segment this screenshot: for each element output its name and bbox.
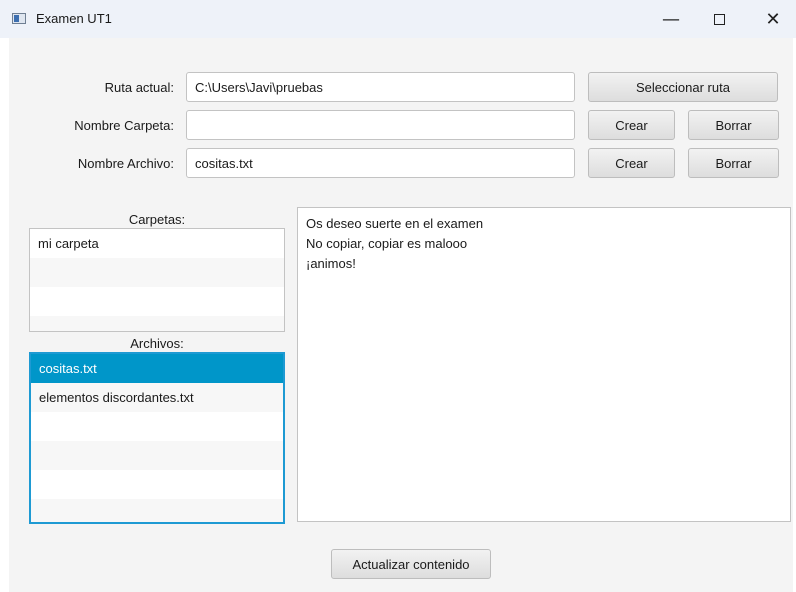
list-item-empty[interactable] xyxy=(31,470,283,499)
maximize-icon xyxy=(713,13,725,25)
list-item-selected[interactable]: cositas.txt xyxy=(31,354,283,383)
minimize-icon: — xyxy=(662,8,680,30)
close-icon: ✕ xyxy=(765,8,781,30)
crear-carpeta-button[interactable]: Crear xyxy=(588,110,675,140)
ruta-actual-input[interactable] xyxy=(186,72,575,102)
app-icon xyxy=(12,13,26,24)
list-item[interactable]: mi carpeta xyxy=(30,229,284,258)
list-item-empty[interactable] xyxy=(30,316,284,331)
seleccionar-ruta-button[interactable]: Seleccionar ruta xyxy=(588,72,778,102)
content-line: No copiar, copiar es malooo xyxy=(306,236,468,251)
nombre-carpeta-label: Nombre Carpeta: xyxy=(74,118,174,133)
borrar-carpeta-button[interactable]: Borrar xyxy=(688,110,779,140)
title-bar[interactable]: Examen UT1 — ✕ xyxy=(0,0,796,38)
ruta-actual-label: Ruta actual: xyxy=(104,80,174,95)
nombre-archivo-label: Nombre Archivo: xyxy=(77,156,174,171)
nombre-carpeta-input[interactable] xyxy=(186,110,575,140)
maximize-button[interactable] xyxy=(696,0,742,38)
list-item-empty[interactable] xyxy=(31,412,283,441)
window-title: Examen UT1 xyxy=(36,11,112,26)
list-item-empty[interactable] xyxy=(31,441,283,470)
app-window: Examen UT1 — ✕ Ruta actual: Seleccionar … xyxy=(0,0,796,592)
content-line: Os deseo suerte en el examen xyxy=(306,216,484,231)
list-item-empty[interactable] xyxy=(30,258,284,287)
close-button[interactable]: ✕ xyxy=(750,0,796,38)
carpetas-label: Carpetas: xyxy=(128,212,186,227)
list-item-empty[interactable] xyxy=(30,287,284,316)
nombre-archivo-input[interactable] xyxy=(186,148,575,178)
list-item-empty[interactable] xyxy=(31,499,283,522)
archivos-label: Archivos: xyxy=(130,336,184,351)
crear-archivo-button[interactable]: Crear xyxy=(588,148,675,178)
carpetas-list[interactable]: mi carpeta xyxy=(29,228,285,332)
client-area: Ruta actual: Seleccionar ruta Nombre Car… xyxy=(9,38,793,592)
content-line: ¡animos! xyxy=(306,256,356,271)
list-item[interactable]: elementos discordantes.txt xyxy=(31,383,283,412)
file-content-textarea[interactable]: Os deseo suerte en el examen No copiar, … xyxy=(297,207,791,522)
minimize-button[interactable]: — xyxy=(648,0,694,38)
borrar-archivo-button[interactable]: Borrar xyxy=(688,148,779,178)
actualizar-contenido-button[interactable]: Actualizar contenido xyxy=(331,549,491,579)
archivos-list[interactable]: cositas.txt elementos discordantes.txt xyxy=(29,352,285,524)
